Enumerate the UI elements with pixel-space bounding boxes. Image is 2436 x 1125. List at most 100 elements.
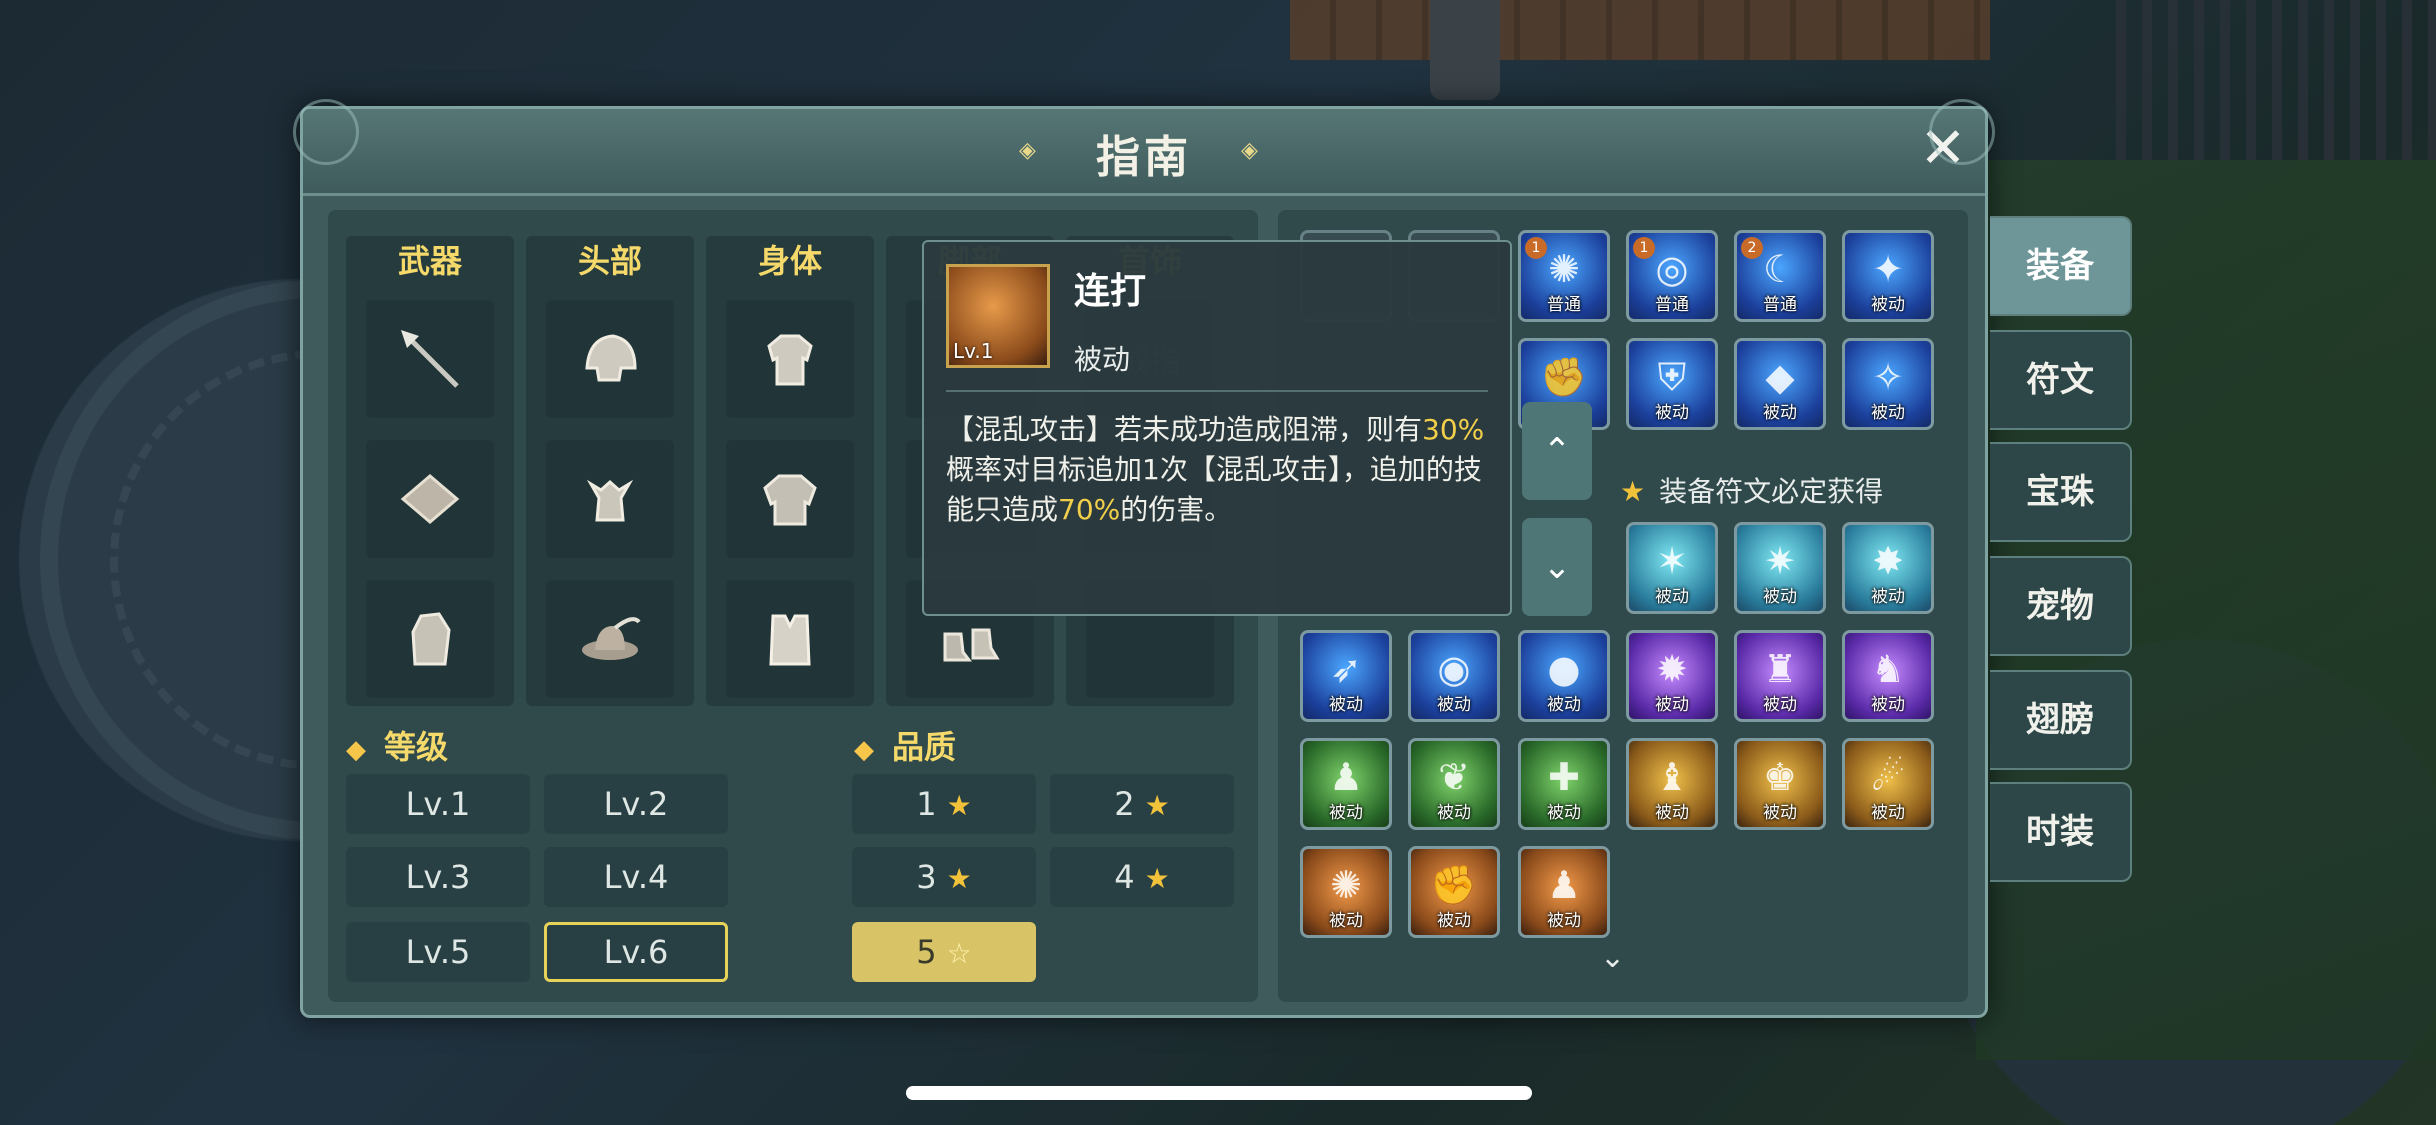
rune-item[interactable]: ♟ 被动 [1518,846,1610,938]
level-option-3[interactable]: Lv.3 [346,847,530,907]
rune-item[interactable]: ❦ 被动 [1408,738,1500,830]
rune-item[interactable]: ● 被动 [1518,630,1610,722]
rune-item[interactable]: ♞ 被动 [1842,630,1934,722]
rune-item[interactable]: 2 ☾ 普通 [1734,230,1826,322]
rune-item[interactable]: ✷ 被动 [1734,522,1826,614]
flame-icon: ✺ [1548,247,1580,291]
orb-icon: ● [1547,647,1581,691]
bg-wooden-deck [1290,0,1990,60]
rune-item[interactable]: ✚ 被动 [1518,738,1610,830]
star-icon: ★ [946,862,972,895]
scroll-down-button[interactable]: ⌄ [1522,518,1592,616]
column-header-body[interactable]: 身体 [715,236,865,282]
rune-item[interactable]: ✊ 被动 [1408,846,1500,938]
vortex-icon: ◉ [1437,647,1471,691]
vest-icon [769,614,811,666]
fist-icon: ✊ [1540,355,1588,399]
column-header-weapon[interactable]: 武器 [355,236,505,282]
rune-item[interactable]: ◉ 被动 [1408,630,1500,722]
diamond-icon: ◆ [854,735,874,765]
rune-item[interactable]: ➶ 被动 [1300,630,1392,722]
figure-icon: ♟ [1328,755,1364,799]
figure-icon: ♝ [1654,755,1690,799]
armor-icon [767,334,813,386]
level-option-5[interactable]: Lv.5 [346,922,530,982]
level-option-6-selected[interactable]: Lv.6 [544,922,728,982]
scroll-down-icon[interactable]: ⌄ [1600,940,1625,975]
orb-icon: ✧ [1872,355,1904,399]
fist-icon: ✊ [1430,863,1478,907]
star-icon: ★ [1144,789,1170,822]
rune-item[interactable]: ✶ 被动 [1626,522,1718,614]
star-icon: ★ [1144,862,1170,895]
leaf-icon: ❦ [1438,755,1470,799]
crescent-icon: ☾ [1762,247,1798,291]
rune-item[interactable]: ♝ 被动 [1626,738,1718,830]
equip-slot[interactable] [366,580,494,698]
tab-runes[interactable]: 符文 [1990,330,2132,430]
rune-item[interactable]: ☄ 被动 [1842,738,1934,830]
quality-option-2[interactable]: 2 ★ [1050,774,1234,834]
equip-slot[interactable] [726,440,854,558]
rune-item[interactable]: ✺ 被动 [1300,846,1392,938]
rune-item[interactable]: ♚ 被动 [1734,738,1826,830]
rune-item[interactable]: 1 ◎ 普通 [1626,230,1718,322]
scroll-up-button[interactable]: ⌃ [1522,402,1592,500]
rune-item[interactable]: ♜ 被动 [1734,630,1826,722]
figure-icon: ♜ [1762,647,1798,691]
plate-armor-icon [763,474,817,526]
equip-slot[interactable] [546,300,674,418]
rune-item[interactable]: ✧ 被动 [1842,338,1934,430]
skill-level: Lv.1 [953,339,994,363]
bg-lamp [1430,0,1500,100]
equip-slot[interactable] [366,440,494,558]
bg-fence [2116,0,2436,160]
rune-item[interactable]: ◆ 被动 [1734,338,1826,430]
title-bar: ◈ 指南 ◈ ✕ [303,109,1985,196]
equip-slot[interactable] [726,580,854,698]
tab-fashion[interactable]: 时装 [1990,782,2132,882]
tab-orbs[interactable]: 宝珠 [1990,442,2132,542]
tome-icon [400,474,460,524]
rune-item[interactable]: ✦ 被动 [1842,230,1934,322]
tab-wings[interactable]: 翅膀 [1990,670,2132,770]
rune-item[interactable]: ♟ 被动 [1300,738,1392,830]
swirl-icon: ◎ [1655,247,1689,291]
corner-ornament [1929,99,1995,165]
level-option-2[interactable]: Lv.2 [544,774,728,834]
star-icon: ☆ [946,937,972,970]
quality-option-5-selected[interactable]: 5 ☆ [852,922,1036,982]
quality-option-3[interactable]: 3 ★ [852,847,1036,907]
tab-pets[interactable]: 宠物 [1990,556,2132,656]
equip-slot[interactable] [546,580,674,698]
diamond-icon: ◆ [346,735,366,765]
title-deco-right-icon: ◈ [1241,138,1258,163]
slash-icon: ☄ [1870,755,1906,799]
rune-item[interactable]: ✹ 被动 [1626,630,1718,722]
skill-name: 连打 [1074,271,1147,312]
rune-item[interactable]: ✸ 被动 [1842,522,1934,614]
figure-icon: ♚ [1762,755,1798,799]
rune-item[interactable]: 1 ✺ 普通 [1518,230,1610,322]
equip-slot[interactable] [366,300,494,418]
orb-icon: ✦ [1872,247,1904,291]
tab-equipment[interactable]: 装备 [1990,216,2132,316]
equip-slot[interactable] [726,300,854,418]
quality-option-1[interactable]: 1 ★ [852,774,1036,834]
dash-icon: ➶ [1330,647,1362,691]
rune-item[interactable]: ⛨ 被动 [1626,338,1718,430]
skill-description: 【混乱攻击】若未成功造成阻滞，则有30%概率对目标追加1次【混乱攻击】，追加的技… [946,413,1485,526]
rune-note: ★ 装备符文必定获得 [1620,475,1884,508]
home-indicator[interactable] [906,1086,1532,1100]
column-header-head[interactable]: 头部 [535,236,685,282]
quality-option-4[interactable]: 4 ★ [1050,847,1234,907]
level-option-4[interactable]: Lv.4 [544,847,728,907]
level-option-1[interactable]: Lv.1 [346,774,530,834]
star-icon: ★ [946,789,972,822]
equip-slot[interactable] [546,440,674,558]
corner-ornament [293,99,359,165]
ice-shard-icon: ✶ [1656,539,1688,583]
gauntlet-icon [411,612,451,666]
ice-shard-icon: ✸ [1872,539,1904,583]
ice-shard-icon: ✷ [1764,539,1796,583]
